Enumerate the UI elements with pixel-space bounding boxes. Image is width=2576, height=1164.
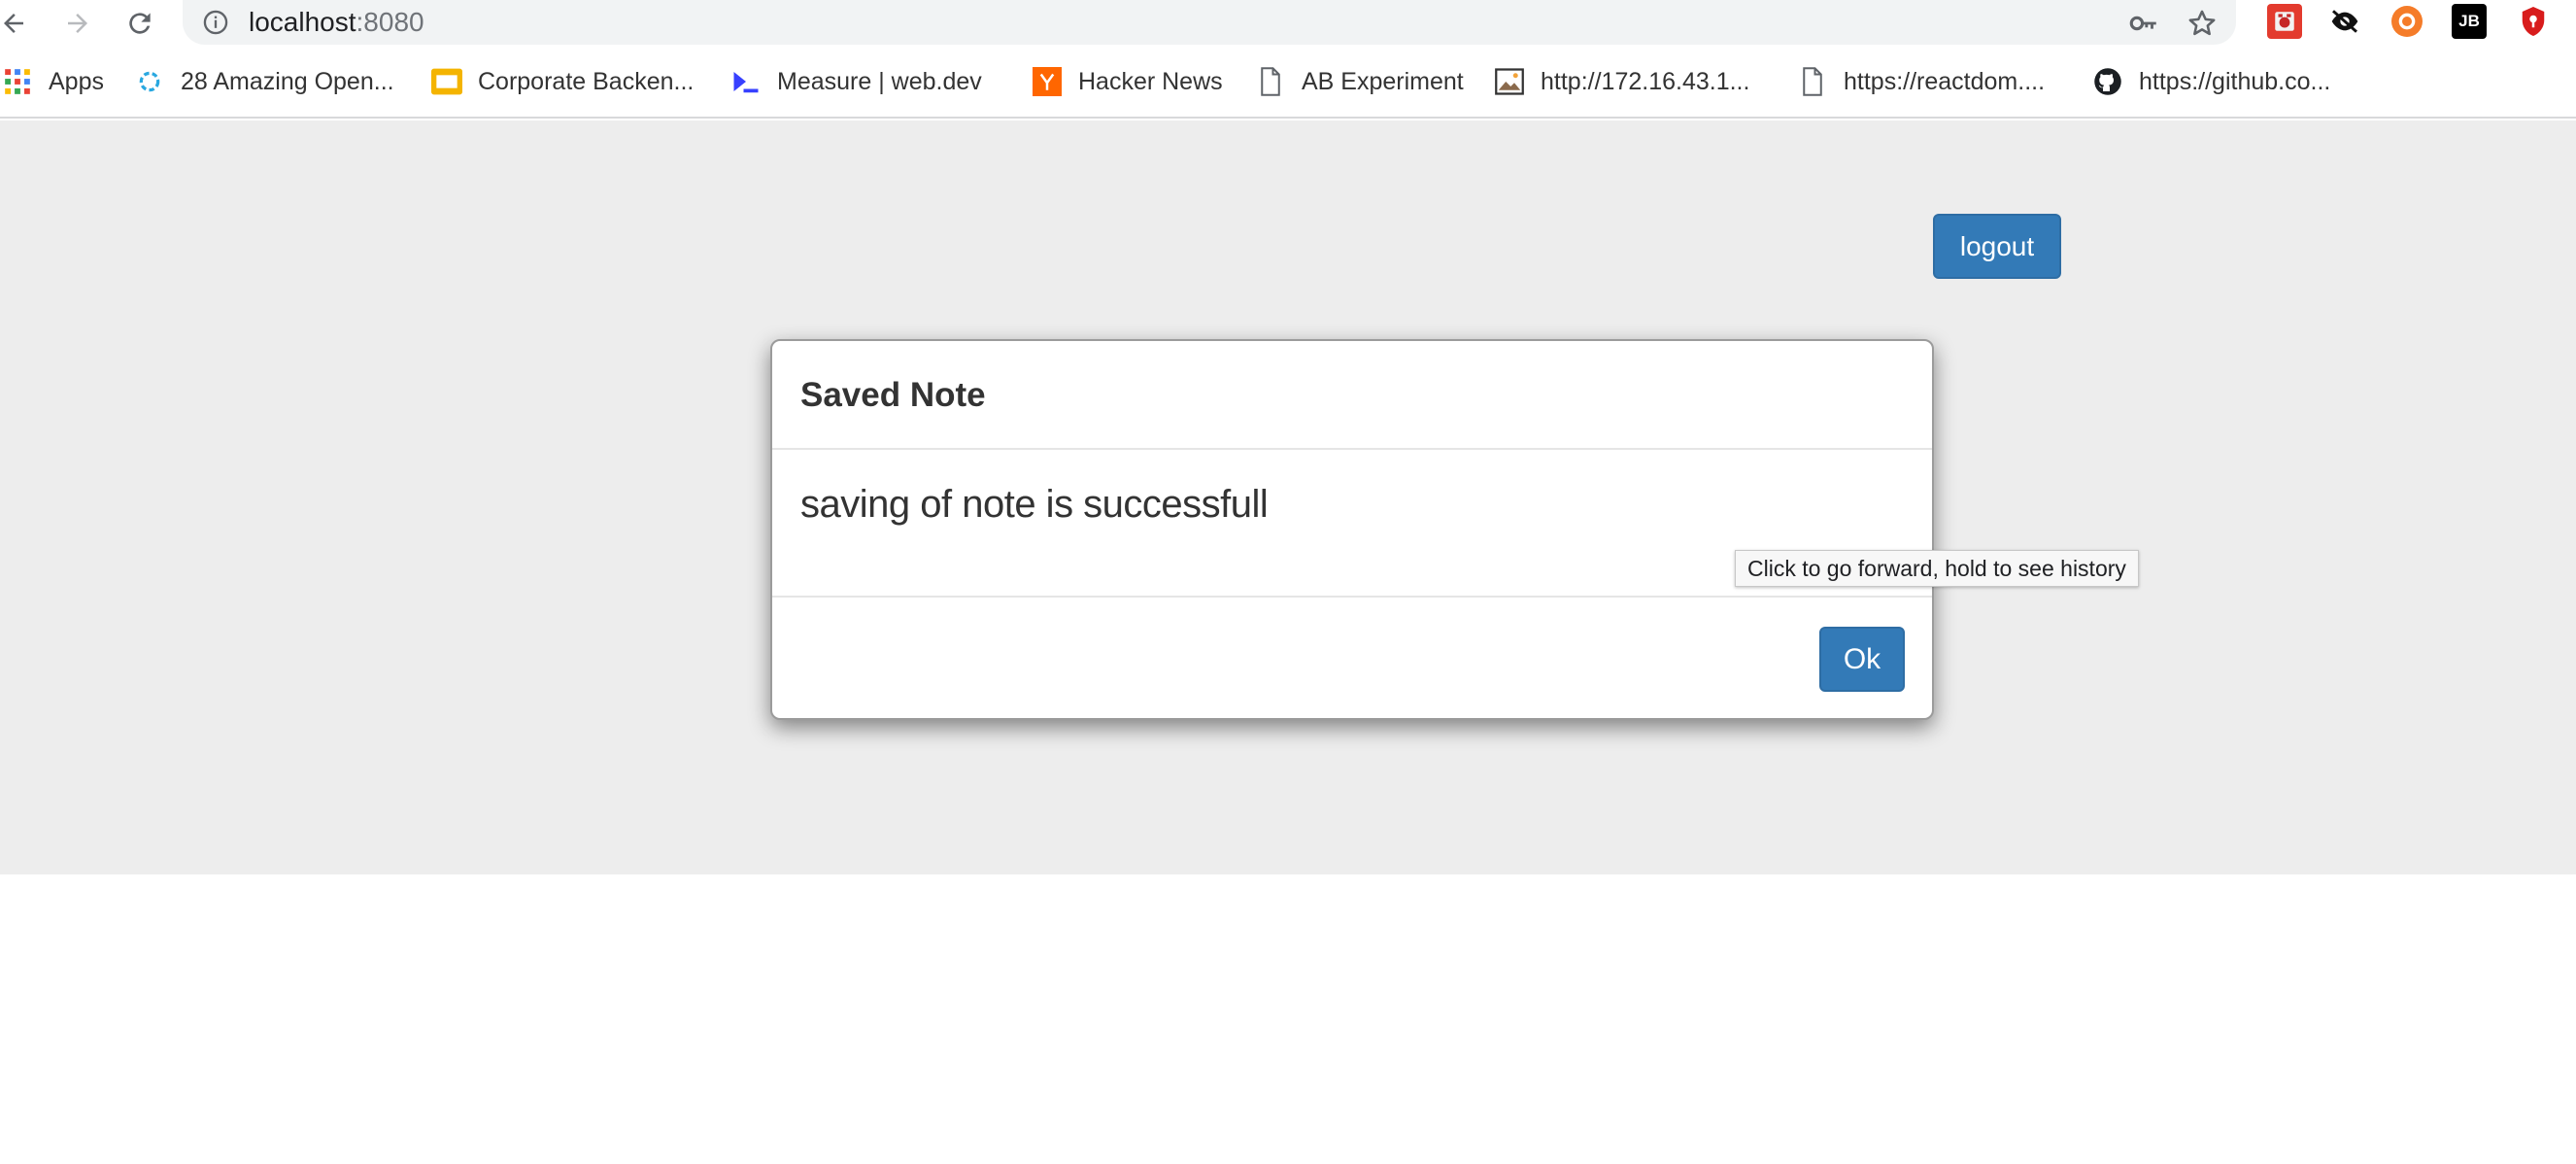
bookmark-label: https://reactdom.... <box>1844 67 2046 95</box>
url-port: :8080 <box>356 7 424 37</box>
bookmark-apps[interactable]: Apps <box>2 64 104 99</box>
bookmark-github[interactable]: https://github.co... <box>2092 64 2330 99</box>
page-icon <box>1255 66 1286 97</box>
saved-note-modal: Saved Note saving of note is successfull… <box>770 339 1934 720</box>
bookmark-label: Hacker News <box>1078 67 1223 95</box>
extension-jetbrains-icon[interactable]: JB <box>2452 4 2487 39</box>
logout-button[interactable]: logout <box>1933 214 2061 279</box>
forward-arrow-icon <box>68 14 87 33</box>
modal-message: saving of note is successfull <box>800 483 1269 526</box>
ok-button[interactable]: Ok <box>1819 627 1905 692</box>
site-info-icon[interactable] <box>202 9 229 36</box>
bookmark-label: AB Experiment <box>1302 67 1464 95</box>
slides-icon <box>431 66 462 97</box>
spinner-icon <box>134 66 165 97</box>
extension-shield-icon[interactable] <box>2516 4 2551 39</box>
url-host: localhost <box>249 7 356 37</box>
bookmark-label: http://172.16.43.1... <box>1541 67 1750 95</box>
bookmark-label: Measure | web.dev <box>777 67 982 95</box>
ext-eye-icon <box>2331 10 2358 33</box>
image-icon <box>1494 66 1525 97</box>
reload-icon <box>129 13 151 34</box>
hacker-news-icon <box>1032 66 1063 97</box>
bookmarks-bar: Apps 28 Amazing Open... Corporate Backen… <box>0 47 2576 119</box>
browser-toolbar: localhost:8080 JB <box>0 0 2576 47</box>
bookmark-label: Corporate Backen... <box>478 67 695 95</box>
ext-bug-icon <box>2275 12 2294 31</box>
bookmark-label: https://github.co... <box>2139 67 2331 95</box>
extension-red-icon[interactable] <box>2267 4 2302 39</box>
browser-window: localhost:8080 JB Apps 28 Amazing Open..… <box>0 0 2576 1164</box>
extension-dark-icon[interactable] <box>2327 4 2362 39</box>
reload-button[interactable] <box>120 4 159 43</box>
webdev-icon <box>730 66 762 97</box>
forward-button[interactable] <box>58 4 97 43</box>
modal-footer-divider <box>772 596 1932 598</box>
bookmark-ip-address[interactable]: http://172.16.43.1... <box>1494 64 1749 99</box>
bookmark-corporate-backend[interactable]: Corporate Backen... <box>431 64 694 99</box>
ext-shield-glyph-icon <box>2522 7 2545 36</box>
extension-orange-icon[interactable] <box>2391 6 2423 37</box>
key-icon[interactable] <box>2127 7 2160 40</box>
bookmark-28-amazing[interactable]: 28 Amazing Open... <box>134 64 394 99</box>
forward-button-tooltip: Click to go forward, hold to see history <box>1735 550 2139 587</box>
modal-header: Saved Note <box>772 341 1932 450</box>
bookmark-ab-experiment[interactable]: AB Experiment <box>1255 64 1464 99</box>
url-text[interactable]: localhost:8080 <box>249 6 424 39</box>
bookmark-label: Apps <box>49 67 104 95</box>
jetbrains-label: JB <box>2458 12 2480 30</box>
bookmark-measure-webdev[interactable]: Measure | web.dev <box>730 64 982 99</box>
github-icon <box>2092 66 2123 97</box>
apps-grid-icon <box>2 66 33 97</box>
modal-title: Saved Note <box>800 376 986 414</box>
ext-life-ring-icon <box>2398 13 2416 30</box>
bookmark-hacker-news[interactable]: Hacker News <box>1032 64 1223 99</box>
back-button[interactable] <box>0 4 33 43</box>
bookmark-label: 28 Amazing Open... <box>181 67 394 95</box>
bookmark-reactdom[interactable]: https://reactdom.... <box>1797 64 2045 99</box>
back-arrow-icon <box>4 14 23 33</box>
bookmark-star-icon[interactable] <box>2186 7 2219 40</box>
address-bar[interactable]: localhost:8080 <box>183 0 2236 45</box>
page-icon <box>1797 66 1828 97</box>
